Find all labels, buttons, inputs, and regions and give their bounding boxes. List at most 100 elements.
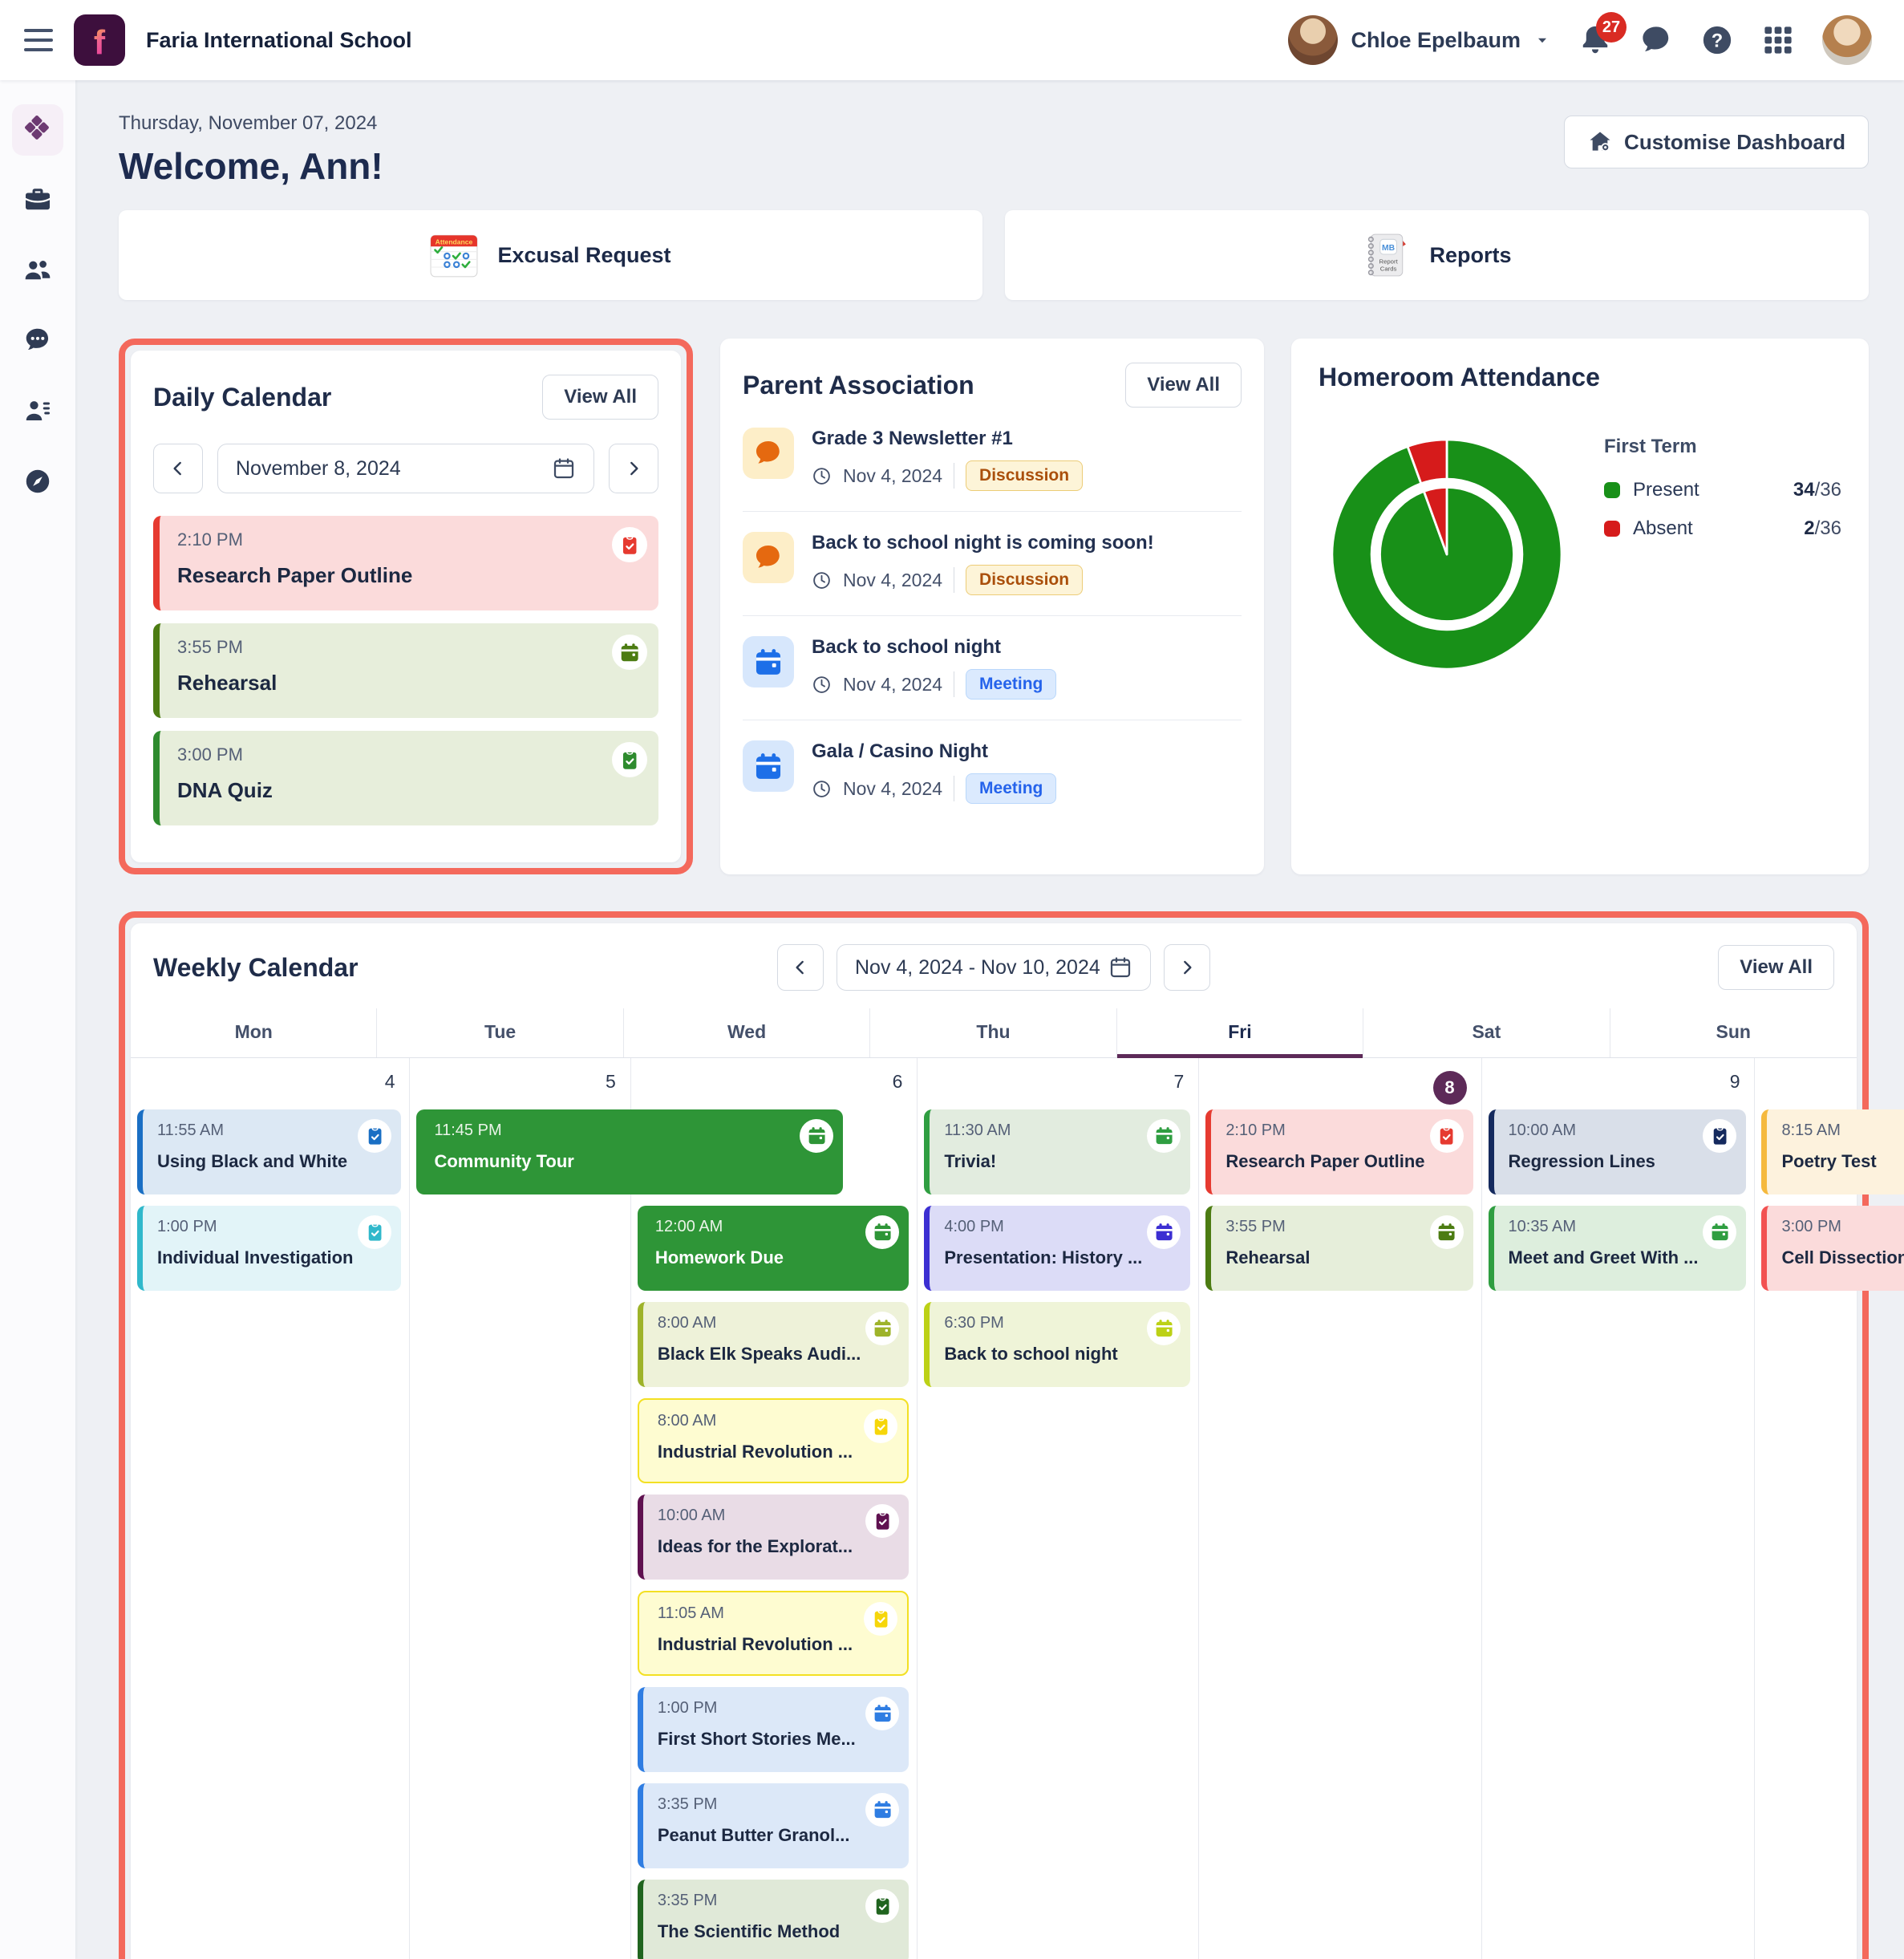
column-events: 10:00 AMRegression Lines 10:35 AMMeet and… [1482, 1106, 1755, 1318]
weekly-event[interactable]: 11:55 AMUsing Black and White [137, 1109, 401, 1194]
weekly-prev-button[interactable] [777, 944, 824, 991]
event-time: 11:05 AM [658, 1604, 860, 1623]
customise-dashboard-label: Customise Dashboard [1624, 130, 1845, 155]
parent-association-item[interactable]: Back to school nightNov 4, 2024Meeting [743, 616, 1242, 720]
weekly-event[interactable]: 3:35 PMPeanut Butter Granol... [638, 1783, 909, 1868]
attendance-pie-chart [1319, 426, 1575, 683]
sidebar-item-explore[interactable] [12, 457, 63, 509]
daily-date-picker[interactable]: November 8, 2024 [217, 444, 594, 493]
apps-grid-icon[interactable] [1761, 23, 1795, 57]
weekly-event[interactable]: 10:00 AMIdeas for the Explorat... [638, 1495, 909, 1580]
weekly-event[interactable]: 12:00 AMHomework Due [638, 1206, 909, 1291]
weekly-day-header-tue[interactable]: Tue [377, 1008, 623, 1057]
diamonds-icon [23, 114, 52, 147]
weekly-event[interactable]: 6:30 PMBack to school night [924, 1302, 1190, 1387]
quick-action-excusal-request[interactable]: AttendanceExcusal Request [119, 210, 982, 300]
clock-icon [812, 779, 832, 799]
weekly-event[interactable]: 2:10 PMResearch Paper Outline [1205, 1109, 1473, 1194]
sidebar-item-directory[interactable] [12, 387, 63, 438]
weekly-event[interactable]: 3:55 PMRehearsal [1205, 1206, 1473, 1291]
calendar-event-icon [1703, 1215, 1736, 1249]
daily-events-list: 2:10 PMResearch Paper Outline 3:55 PMRehe… [153, 516, 658, 838]
weekly-event[interactable]: 1:00 PMIndividual Investigation [137, 1206, 401, 1291]
school-name: Faria International School [146, 28, 412, 53]
event-time: 8:15 AM [1781, 1121, 1904, 1140]
weekly-column-sun: 108:15 AMPoetry Test3:00 PMCell Dissecti… [1755, 1058, 1904, 1959]
calendar-icon [743, 740, 794, 792]
parent-association-item[interactable]: Back to school night is coming soon!Nov … [743, 512, 1242, 616]
weekly-event[interactable]: 10:35 AMMeet and Greet With ... [1489, 1206, 1747, 1291]
daily-next-button[interactable] [609, 444, 658, 493]
weekly-event[interactable]: 8:15 AMPoetry Test [1761, 1109, 1904, 1194]
weekly-event[interactable]: 4:00 PMPresentation: History ... [924, 1206, 1190, 1291]
weekly-view-all-button[interactable]: View All [1718, 945, 1834, 990]
event-title: Rehearsal [177, 671, 599, 696]
event-time: 10:00 AM [658, 1507, 861, 1525]
profile-avatar[interactable] [1822, 15, 1872, 65]
clipboard-event-icon [358, 1215, 391, 1249]
clipboard-event-icon [864, 1602, 897, 1636]
messages-chat-icon[interactable] [1639, 23, 1673, 57]
event-title: Research Paper Outline [177, 563, 599, 588]
weekly-event[interactable]: 3:00 PMCell Dissection Exam [1761, 1206, 1904, 1291]
daily-view-all-button[interactable]: View All [542, 375, 658, 420]
weekly-event[interactable]: 10:00 AMRegression Lines [1489, 1109, 1747, 1194]
daily-prev-button[interactable] [153, 444, 203, 493]
sidebar-item-dashboard[interactable] [12, 104, 63, 156]
customise-dashboard-button[interactable]: Customise Dashboard [1564, 116, 1869, 168]
legend-label: Present [1633, 479, 1699, 501]
weekly-event[interactable]: 11:45 PMCommunity Tour [416, 1109, 843, 1194]
legend-value: 2/36 [1804, 517, 1841, 540]
weekly-day-header-mon[interactable]: Mon [131, 1008, 377, 1057]
page-title: Welcome, Ann! [119, 144, 383, 188]
weekly-event[interactable]: 8:00 AMIndustrial Revolution ... [638, 1398, 909, 1483]
weekly-day-header-sun[interactable]: Sun [1610, 1008, 1857, 1057]
event-title: DNA Quiz [177, 778, 599, 803]
weekly-range-picker[interactable]: Nov 4, 2024 - Nov 10, 2024 [837, 944, 1151, 991]
page-date: Thursday, November 07, 2024 [119, 112, 383, 135]
chat-icon [743, 428, 794, 479]
weekly-next-button[interactable] [1164, 944, 1210, 991]
sidebar-item-groups[interactable] [12, 245, 63, 297]
quick-action-label: Excusal Request [497, 243, 670, 268]
daily-calendar-card: Daily Calendar View All November 8, 2024 [131, 351, 681, 862]
attendance-legend: First Term Present34/36Absent2/36 [1604, 436, 1841, 683]
weekly-column-thu: 711:30 AMTrivia!4:00 PMPresentation: His… [918, 1058, 1199, 1959]
weekly-event[interactable]: 11:05 AMIndustrial Revolution ... [638, 1591, 909, 1676]
user-avatar[interactable] [1288, 15, 1338, 65]
weekly-event[interactable]: 3:35 PMThe Scientific Method [638, 1880, 909, 1959]
notifications-bell-icon[interactable]: 27 [1578, 23, 1612, 57]
event-time: 8:00 AM [658, 1314, 861, 1332]
event-title: The Scientific Method [658, 1921, 861, 1942]
weekly-event[interactable]: 1:00 PMFirst Short Stories Me... [638, 1687, 909, 1772]
weekly-day-header-wed[interactable]: Wed [624, 1008, 870, 1057]
event-time: 8:00 AM [658, 1412, 860, 1430]
weekly-event[interactable]: 8:00 AMBlack Elk Speaks Audi... [638, 1302, 909, 1387]
column-events: 11:55 AMUsing Black and White 1:00 PMIndi… [131, 1106, 409, 1318]
daily-event[interactable]: 3:55 PMRehearsal [153, 623, 658, 718]
parent-association-item[interactable]: Gala / Casino NightNov 4, 2024Meeting [743, 720, 1242, 824]
weekly-day-header-sat[interactable]: Sat [1363, 1008, 1610, 1057]
help-icon[interactable]: ? [1700, 23, 1734, 57]
parent-association-item-body: Back to school night is coming soon!Nov … [812, 532, 1154, 595]
daily-event[interactable]: 2:10 PMResearch Paper Outline [153, 516, 658, 610]
event-time: 11:45 PM [434, 1121, 795, 1140]
event-time: 2:10 PM [1225, 1121, 1424, 1140]
parent-association-item[interactable]: Grade 3 Newsletter #1Nov 4, 2024Discussi… [743, 408, 1242, 512]
weekly-event[interactable]: 11:30 AMTrivia! [924, 1109, 1190, 1194]
daily-event[interactable]: 3:00 PMDNA Quiz [153, 731, 658, 825]
parent-association-view-all-button[interactable]: View All [1125, 363, 1242, 408]
event-time: 10:00 AM [1509, 1121, 1699, 1140]
item-date: Nov 4, 2024 [843, 570, 942, 591]
calendar-event-icon [865, 1215, 899, 1249]
weekly-column-fri: 82:10 PMResearch Paper Outline3:55 PMReh… [1199, 1058, 1481, 1959]
sidebar-item-messages[interactable] [12, 316, 63, 367]
quick-action-reports[interactable]: MBReportCardsReports [1005, 210, 1869, 300]
menu-icon[interactable] [24, 29, 53, 51]
parent-association-card: Parent Association View All Grade 3 News… [720, 339, 1264, 874]
event-time: 11:30 AM [944, 1121, 1142, 1140]
weekly-day-header-fri[interactable]: Fri [1117, 1008, 1363, 1057]
weekly-day-header-thu[interactable]: Thu [870, 1008, 1116, 1057]
user-menu[interactable]: Chloe Epelbaum [1288, 15, 1551, 65]
sidebar-item-classes[interactable] [12, 175, 63, 226]
